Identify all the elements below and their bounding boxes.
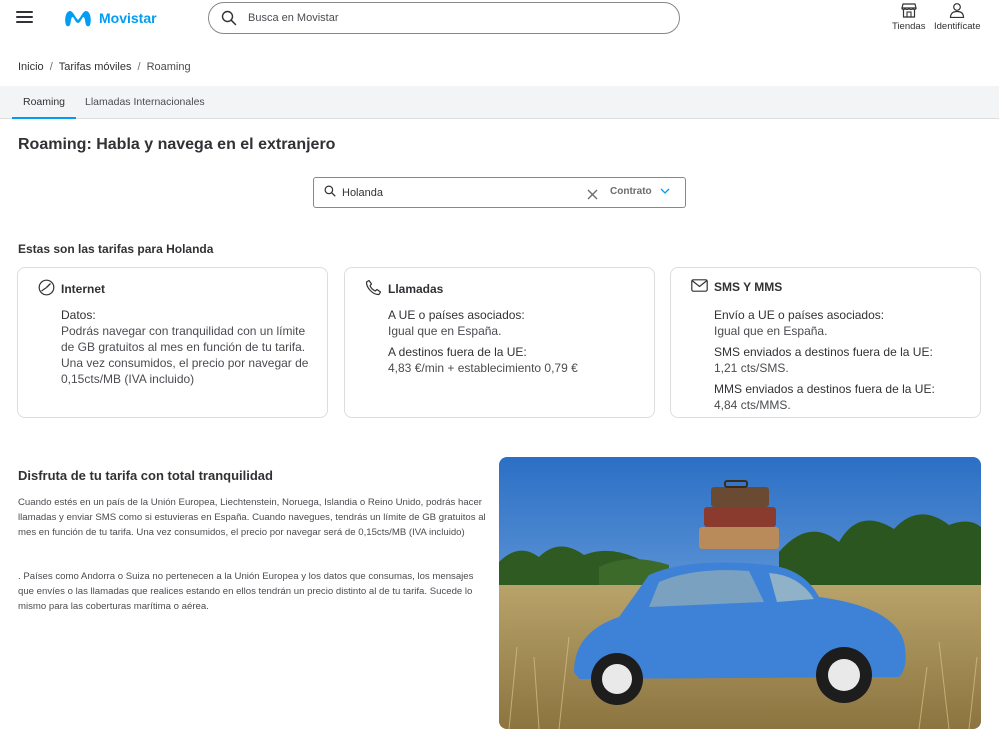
clear-icon[interactable] (587, 187, 598, 205)
search-icon (324, 184, 336, 202)
tab-bar: Roaming Llamadas Internacionales (0, 86, 999, 119)
login-button[interactable]: Identifícate (934, 3, 980, 32)
internet-card-title: Internet (61, 282, 106, 296)
user-icon (950, 3, 965, 18)
eu-sms-value: Igual que en España. (714, 324, 828, 338)
phone-icon (365, 279, 382, 299)
movistar-logo[interactable]: Movistar (63, 6, 157, 30)
breadcrumb-mobile-rates[interactable]: Tarifas móviles (59, 61, 132, 73)
country-input[interactable]: Holanda (342, 187, 582, 199)
breadcrumb-current: Roaming (146, 61, 191, 73)
stores-button[interactable]: Tiendas (892, 3, 925, 32)
calls-card: Llamadas A UE o países asociados: Igual … (344, 267, 655, 418)
data-description: Podrás navegar con tranquilidad con un l… (61, 324, 309, 386)
contract-label: Contrato (610, 186, 652, 197)
login-label: Identifícate (934, 21, 981, 32)
non-eu-calls-label: A destinos fuera de la UE: (388, 345, 527, 359)
promo-paragraph-non-eu: . Países como Andorra o Suiza no pertene… (18, 571, 474, 612)
non-eu-mms-value: 4,84 cts/MMS. (714, 398, 791, 412)
eu-calls-value: Igual que en España. (388, 324, 502, 338)
stores-label: Tiendas (892, 21, 926, 32)
non-eu-sms-value: 1,21 cts/SMS. (714, 361, 789, 375)
calls-card-header: Llamadas (365, 279, 443, 299)
travel-photo (499, 457, 981, 729)
movistar-m-icon (65, 11, 91, 27)
internet-card-header: Internet (38, 279, 105, 299)
eu-calls-label: A UE o países asociados: (388, 308, 525, 322)
brand-name: Movistar (99, 10, 157, 26)
rates-heading: Estas son las tarifas para Holanda (18, 242, 214, 256)
calls-card-title: Llamadas (388, 282, 444, 296)
tab-roaming[interactable]: Roaming (12, 86, 77, 119)
store-icon (900, 3, 917, 18)
chevron-down-icon (660, 186, 670, 197)
sms-card-title: SMS Y MMS (714, 280, 783, 294)
search-bar[interactable] (208, 2, 680, 34)
breadcrumb-separator: / (137, 61, 141, 73)
non-eu-mms-label: MMS enviados a destinos fuera de la UE: (714, 382, 935, 396)
car-with-luggage-illustration (499, 457, 981, 729)
menu-icon[interactable] (16, 9, 34, 25)
promo-paragraph-eu: Cuando estés en un país de la Unión Euro… (18, 497, 486, 538)
non-eu-sms-label: SMS enviados a destinos fuera de la UE: (714, 345, 933, 359)
page-title: Roaming: Habla y navega en el extranjero (18, 136, 336, 153)
promo-title: Disfruta de tu tarifa con total tranquil… (18, 468, 273, 483)
breadcrumb: Inicio / Tarifas móviles / Roaming (18, 61, 191, 73)
country-selector[interactable]: Holanda Contrato (313, 177, 686, 208)
sms-card-body: Envío a UE o países asociados: Igual que… (714, 307, 972, 413)
internet-card-body: Datos: Podrás navegar con tranquilidad c… (61, 307, 319, 387)
search-input[interactable] (248, 12, 648, 24)
contract-dropdown[interactable]: Contrato (610, 186, 670, 197)
envelope-icon (691, 279, 708, 295)
search-icon (221, 10, 237, 26)
non-eu-calls-value: 4,83 €/min + establecimiento 0,79 € (388, 361, 578, 375)
calls-card-body: A UE o países asociados: Igual que en Es… (388, 307, 646, 376)
speedometer-icon (38, 279, 55, 299)
sms-card: SMS Y MMS Envío a UE o países asociados:… (670, 267, 981, 418)
top-header: Movistar Tiendas Identifícate (0, 0, 999, 40)
breadcrumb-home[interactable]: Inicio (18, 61, 44, 73)
data-label: Datos: (61, 308, 96, 322)
eu-sms-label: Envío a UE o países asociados: (714, 308, 885, 322)
breadcrumb-separator: / (49, 61, 53, 73)
internet-card: Internet Datos: Podrás navegar con tranq… (17, 267, 328, 418)
sms-card-header: SMS Y MMS (691, 279, 782, 295)
tab-international-calls[interactable]: Llamadas Internacionales (74, 86, 216, 119)
